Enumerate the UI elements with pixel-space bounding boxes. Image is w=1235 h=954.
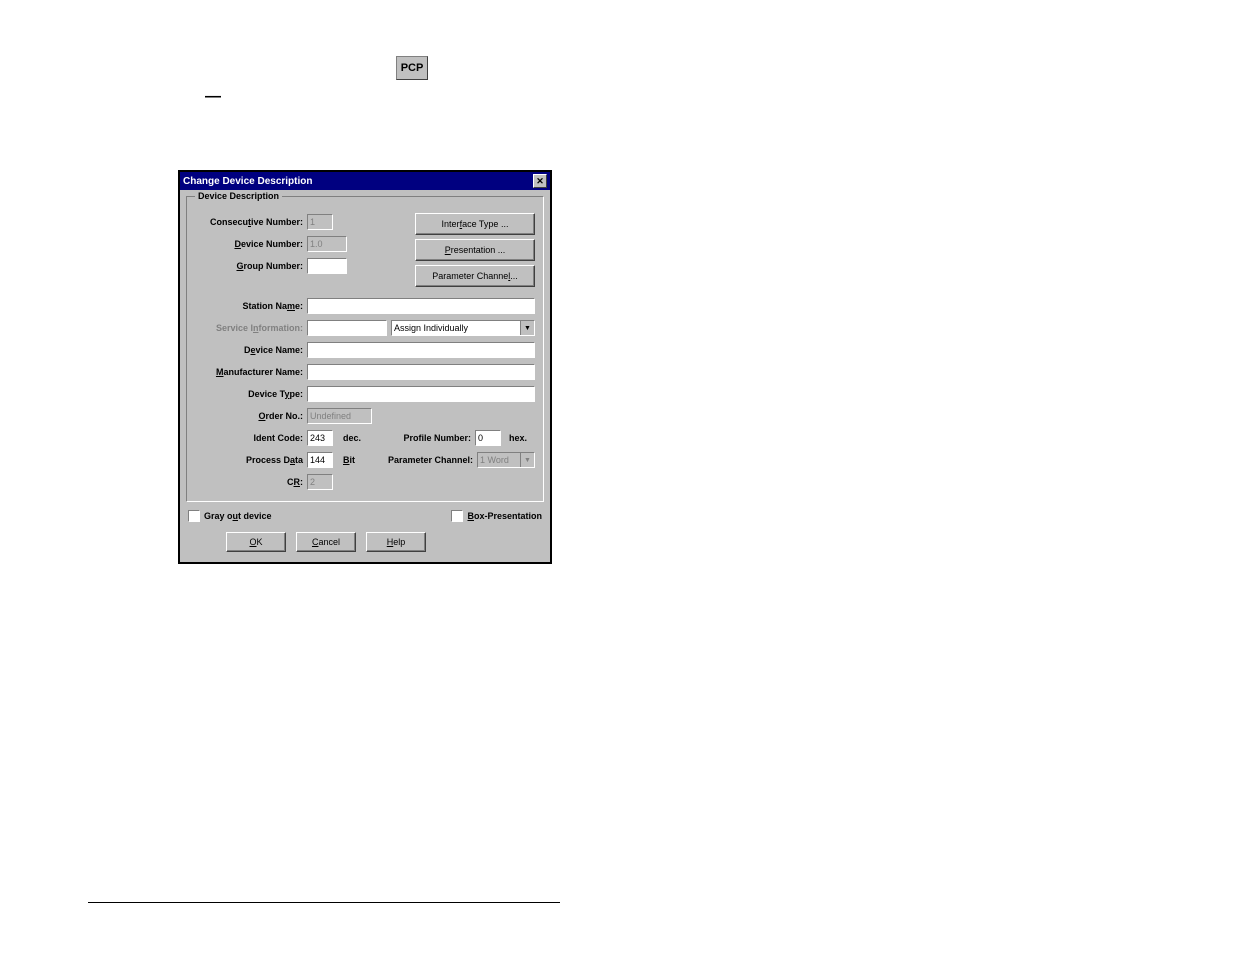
dash-mark: — xyxy=(205,88,221,106)
select-param-value: 1 Word xyxy=(480,455,509,465)
input-device-number: 1.0 xyxy=(307,236,347,252)
unit-hex: hex. xyxy=(501,433,535,443)
input-profile-number[interactable]: 0 xyxy=(475,430,501,446)
ok-button[interactable]: OK xyxy=(226,532,286,552)
right-column: Interface Type ... Presentation ... Para… xyxy=(415,213,535,287)
label-device-name: Device Name: xyxy=(195,345,307,355)
close-icon: ✕ xyxy=(536,176,544,187)
input-device-type[interactable] xyxy=(307,386,535,402)
row-device-number: Device Number: 1.0 xyxy=(195,235,405,253)
label-order-no: Order No.: xyxy=(195,411,307,421)
dialog-body: Device Description Consecutive Number: 1… xyxy=(180,190,550,562)
device-description-group: Device Description Consecutive Number: 1… xyxy=(186,196,544,502)
chevron-down-icon: ▼ xyxy=(520,321,534,335)
dialog-title: Change Device Description xyxy=(183,176,312,187)
input-group-number[interactable] xyxy=(307,258,347,274)
input-station-name[interactable] xyxy=(307,298,535,314)
row-device-name: Device Name: xyxy=(195,341,535,359)
input-process-data[interactable]: 144 xyxy=(307,452,333,468)
label-ident-code: Ident Code: xyxy=(195,433,307,443)
row-ident-code: Ident Code: 243 dec. Profile Number: 0 h… xyxy=(195,429,535,447)
input-cr: 2 xyxy=(307,474,333,490)
row-service-info: Service Information: Assign Individually… xyxy=(195,319,535,337)
parameter-channel-button[interactable]: Parameter Channel ... xyxy=(415,265,535,287)
box-presentation-label: Box-Presentation xyxy=(467,511,542,521)
box-presentation-checkbox[interactable]: Box-Presentation xyxy=(451,510,542,522)
select-param-channel: 1 Word ▼ xyxy=(477,452,535,468)
help-button[interactable]: Help xyxy=(366,532,426,552)
chevron-down-icon: ▼ xyxy=(520,453,534,467)
label-param-channel: Parameter Channel: xyxy=(382,455,477,465)
row-group-number: Group Number: xyxy=(195,257,405,275)
unit-dec: dec. xyxy=(335,433,369,443)
button-row: OK Cancel Help xyxy=(186,524,544,556)
select-service-info[interactable]: Assign Individually ▼ xyxy=(391,320,535,336)
label-cr: CR: xyxy=(195,477,307,487)
label-group-number: Group Number: xyxy=(195,261,307,271)
row-cr: CR: 2 xyxy=(195,473,535,491)
label-profile-number: Profile Number: xyxy=(395,433,475,443)
row-manufacturer: Manufacturer Name: xyxy=(195,363,535,381)
gray-out-checkbox[interactable]: Gray out device xyxy=(188,510,272,522)
gray-out-label: Gray out device xyxy=(204,511,272,521)
row-consecutive: Consecutive Number: 1 xyxy=(195,213,405,231)
checkbox-box xyxy=(188,510,200,522)
dialog: Change Device Description ✕ Device Descr… xyxy=(180,172,550,562)
label-station-name: Station Name: xyxy=(195,301,307,311)
row-process-data: Process Data 144 Bit Parameter Channel: … xyxy=(195,451,535,469)
label-device-number: Device Number: xyxy=(195,239,307,249)
label-consecutive: Consecutive Number: xyxy=(195,217,307,227)
page: PCP — Change Device Description ✕ Device… xyxy=(0,0,1235,954)
close-button[interactable]: ✕ xyxy=(533,174,547,188)
row-order-no: Order No.: Undefined xyxy=(195,407,535,425)
dialog-frame: Change Device Description ✕ Device Descr… xyxy=(178,170,552,564)
label-manufacturer: Manufacturer Name: xyxy=(195,367,307,377)
interface-type-button[interactable]: Interface Type ... xyxy=(415,213,535,235)
input-manufacturer[interactable] xyxy=(307,364,535,380)
input-ident-code[interactable]: 243 xyxy=(307,430,333,446)
input-consecutive: 1 xyxy=(307,214,333,230)
titlebar: Change Device Description ✕ xyxy=(180,172,550,190)
presentation-button[interactable]: Presentation ... xyxy=(415,239,535,261)
group-legend: Device Description xyxy=(195,191,282,201)
input-service-info[interactable] xyxy=(307,320,387,336)
footer-rule xyxy=(88,902,560,903)
cancel-button[interactable]: Cancel xyxy=(296,532,356,552)
input-device-name[interactable] xyxy=(307,342,535,358)
pcp-tag: PCP xyxy=(396,56,428,80)
label-process-data: Process Data xyxy=(195,455,307,465)
input-order-no: Undefined xyxy=(307,408,372,424)
label-device-type: Device Type: xyxy=(195,389,307,399)
bottom-row: Gray out device Box-Presentation xyxy=(186,508,544,524)
select-service-value: Assign Individually xyxy=(394,323,468,333)
row-device-type: Device Type: xyxy=(195,385,535,403)
row-station-name: Station Name: xyxy=(195,297,535,315)
top-area: Consecutive Number: 1 Device Number: 1.0… xyxy=(195,213,535,287)
unit-bit: Bit xyxy=(335,455,363,465)
checkbox-box xyxy=(451,510,463,522)
left-column: Consecutive Number: 1 Device Number: 1.0… xyxy=(195,213,405,287)
label-service-info: Service Information: xyxy=(195,323,307,333)
